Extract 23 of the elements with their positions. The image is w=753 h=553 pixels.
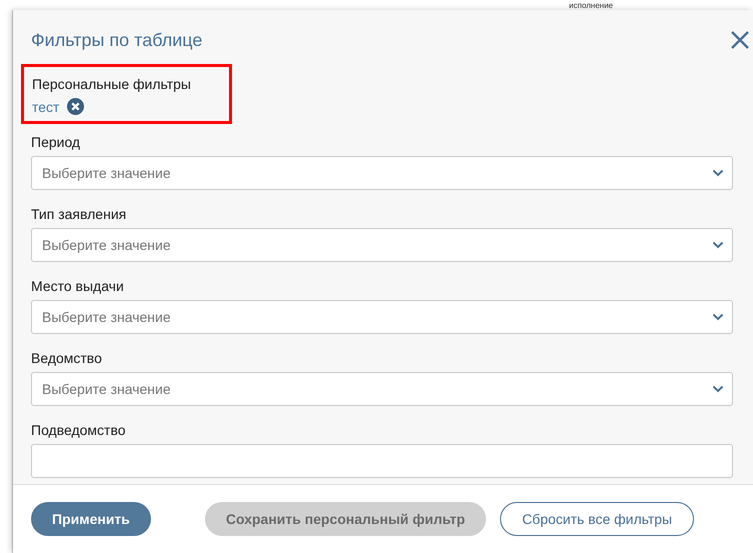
- select-field[interactable]: [31, 444, 733, 478]
- apply-button[interactable]: Применить: [31, 502, 151, 536]
- chevron-down-icon: [712, 385, 724, 393]
- close-button[interactable]: [729, 29, 751, 51]
- field-label: Место выдачи: [31, 278, 125, 294]
- column-header: исполнение: [569, 1, 613, 10]
- close-icon: [729, 29, 751, 51]
- field-label: Персональные фильтры: [32, 76, 192, 92]
- select-field[interactable]: Выберите значение: [31, 228, 733, 262]
- chevron-down-icon: [712, 313, 724, 321]
- select-field[interactable]: Выберите значение: [31, 372, 733, 406]
- chevron-down-icon: [712, 169, 724, 177]
- dialog-title: Фильтры по таблице: [31, 30, 202, 50]
- remove-icon[interactable]: [67, 98, 84, 115]
- filter-chip[interactable]: тест: [32, 98, 60, 114]
- field-label: Ведомство: [31, 350, 103, 366]
- select-field[interactable]: Выберите значение: [31, 156, 733, 190]
- reset-button[interactable]: Сбросить все фильтры: [500, 502, 694, 536]
- field-label: Тип заявления: [31, 206, 128, 222]
- select-field[interactable]: Выберите значение: [31, 300, 733, 334]
- field-label: Подведомство: [31, 422, 127, 438]
- field-label: Период: [31, 134, 82, 150]
- chevron-down-icon: [712, 241, 724, 249]
